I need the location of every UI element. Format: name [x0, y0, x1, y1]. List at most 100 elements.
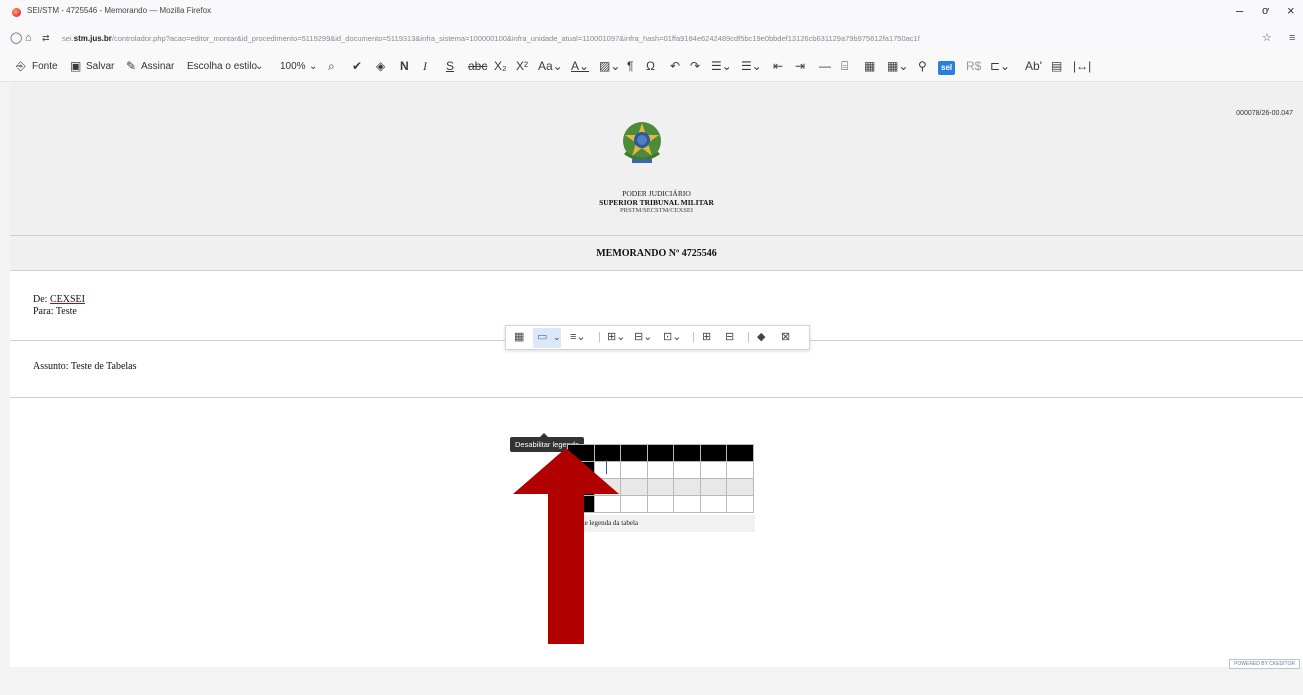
table-cell[interactable]: [646, 495, 674, 513]
coat-of-arms-emblem: [623, 122, 661, 163]
pen-icon[interactable]: ✎: [126, 60, 136, 72]
address-bar: ◯ ⌂ ⇄ sei.stm.jus.br/controlador.php?aca…: [0, 26, 1303, 52]
format-painter-icon[interactable]: ✔: [352, 60, 362, 72]
chevron-down-icon[interactable]: ⌄: [553, 331, 561, 344]
eraser-icon[interactable]: ◈: [376, 60, 385, 72]
document-page: 000078/26-00.047 PODER JUDICIÁRIO SUPERI…: [10, 83, 1303, 667]
shield-icon[interactable]: ◯: [10, 32, 22, 44]
menu-icon[interactable]: ≡: [1289, 32, 1295, 44]
table-cell[interactable]: [620, 495, 648, 513]
save-icon[interactable]: ▣: [70, 60, 81, 72]
indent-icon[interactable]: ⇥: [795, 60, 805, 72]
table-cell[interactable]: [646, 444, 674, 462]
redo-icon[interactable]: ↷: [690, 60, 700, 72]
separator: |: [692, 331, 695, 343]
paragraph-icon[interactable]: ¶: [627, 60, 633, 72]
lock-icon[interactable]: ⌂: [25, 32, 32, 44]
table-cell[interactable]: [699, 461, 727, 479]
comment-icon[interactable]: ▤: [1051, 60, 1062, 72]
table-cell[interactable]: [726, 444, 754, 462]
maximize-button[interactable]: ơ: [1262, 3, 1269, 19]
table-cell[interactable]: [620, 478, 648, 496]
column-icon[interactable]: ⊞⌄: [607, 331, 625, 344]
merge-cells-icon[interactable]: ⊡⌄: [663, 331, 681, 344]
bookmark-star-icon[interactable]: ☆: [1262, 32, 1272, 44]
caption-icon[interactable]: ▭: [537, 331, 547, 344]
table-cell[interactable]: [646, 461, 674, 479]
url-path: /controlador.php?acao=editor_montar&id_p…: [111, 34, 920, 43]
permissions-icon[interactable]: ⇄: [42, 32, 50, 44]
sign-button[interactable]: Assinar: [141, 61, 174, 73]
currency-icon[interactable]: R$: [966, 60, 981, 72]
style-select[interactable]: Escolha o estilo: [187, 61, 257, 73]
outdent-icon[interactable]: ⇤: [773, 60, 783, 72]
table-cell[interactable]: [620, 444, 648, 462]
align-icon[interactable]: ≡⌄: [570, 331, 586, 344]
italic-icon[interactable]: I: [423, 60, 427, 72]
cell-properties-icon[interactable]: ⊟: [725, 331, 734, 344]
table-cell[interactable]: [673, 478, 701, 496]
table-cell[interactable]: [646, 478, 674, 496]
superscript-icon[interactable]: X²: [516, 60, 528, 72]
case-icon[interactable]: Ab': [1025, 60, 1042, 72]
delete-table-icon[interactable]: ⊠: [781, 331, 790, 344]
link-icon[interactable]: ⚲: [918, 60, 927, 72]
header-line-3: PRSTM/SECSTM/CEXSEI: [620, 207, 693, 214]
bulleted-list-icon[interactable]: ☰⌄: [741, 60, 762, 72]
text-color-icon[interactable]: A⌄: [571, 60, 589, 72]
subscript-icon[interactable]: X₂: [494, 60, 507, 72]
background-color-icon[interactable]: ▨⌄: [599, 60, 620, 72]
save-button[interactable]: Salvar: [86, 61, 114, 73]
memo-title: MEMORANDO Nº 4725546: [596, 248, 717, 259]
bold-icon[interactable]: N: [400, 60, 409, 72]
table-cell[interactable]: [726, 478, 754, 496]
clear-format-icon[interactable]: ◆: [757, 331, 765, 344]
spellcheck-icon[interactable]: ⊏⌄: [990, 60, 1010, 72]
window-titlebar: SEI/STM - 4725546 - Memorando — Mozilla …: [0, 0, 1303, 26]
table-properties-icon[interactable]: ⊞: [702, 331, 711, 344]
zoom-select[interactable]: 100%: [280, 61, 306, 73]
table-cell[interactable]: [673, 495, 701, 513]
to-value: Teste: [55, 306, 77, 317]
fonte-button[interactable]: Fonte: [32, 61, 58, 73]
table-column-icon[interactable]: ▦: [514, 331, 524, 344]
source-icon[interactable]: ⎆: [16, 60, 26, 72]
chevron-down-icon[interactable]: ⌄: [255, 61, 263, 73]
chevron-down-icon[interactable]: ⌄: [309, 61, 317, 73]
underline-icon[interactable]: S: [446, 60, 454, 72]
url-field[interactable]: sei.stm.jus.br/controlador.php?acao=edit…: [62, 34, 1142, 43]
table-icon[interactable]: ▦⌄: [887, 60, 908, 72]
special-char-icon[interactable]: Ω: [646, 60, 655, 72]
table-cell[interactable]: [726, 461, 754, 479]
font-size-icon[interactable]: Aa⌄: [538, 60, 563, 72]
horizontal-line-icon[interactable]: —: [819, 60, 831, 72]
table-contextual-toolbar: ▦ ▭ ⌄ ≡⌄ | ⊞⌄ ⊟⌄ ⊡⌄ | ⊞ ⊟ | ◆ ⊠: [505, 325, 810, 350]
table-cell[interactable]: [726, 495, 754, 513]
from-line[interactable]: De: CEXSEI: [33, 294, 85, 305]
numbered-list-icon[interactable]: ☰⌄: [711, 60, 732, 72]
strikethrough-icon[interactable]: abc: [468, 60, 487, 72]
sei-link-button[interactable]: sel: [938, 61, 956, 75]
undo-icon[interactable]: ↶: [670, 60, 680, 72]
from-value: CEXSEI: [49, 294, 85, 305]
editor-toolbar: ⎆ Fonte ▣ Salvar ✎ Assinar Escolha o est…: [0, 52, 1303, 82]
to-line[interactable]: Para: Teste: [33, 306, 77, 317]
table-cell[interactable]: [699, 495, 727, 513]
image-icon[interactable]: ▦: [864, 60, 875, 72]
close-button[interactable]: ×: [1287, 3, 1295, 19]
fit-icon[interactable]: |↔|: [1073, 60, 1091, 72]
table-cell[interactable]: [673, 444, 701, 462]
find-icon[interactable]: ⌕: [328, 60, 335, 72]
table-cell[interactable]: [620, 461, 648, 479]
table-cell[interactable]: [673, 461, 701, 479]
url-prefix: sei.: [62, 34, 74, 43]
to-label: Para:: [33, 306, 54, 317]
window-title: SEI/STM - 4725546 - Memorando — Mozilla …: [27, 6, 212, 15]
ckeditor-badge[interactable]: POWERED BY CKEDITOR: [1229, 659, 1300, 669]
minimize-button[interactable]: –: [1236, 3, 1243, 19]
table-cell[interactable]: [699, 478, 727, 496]
subject-line[interactable]: Assunto: Teste de Tabelas: [33, 361, 137, 372]
page-break-icon[interactable]: ⌸: [841, 60, 848, 72]
row-icon[interactable]: ⊟⌄: [634, 331, 652, 344]
table-cell[interactable]: [699, 444, 727, 462]
